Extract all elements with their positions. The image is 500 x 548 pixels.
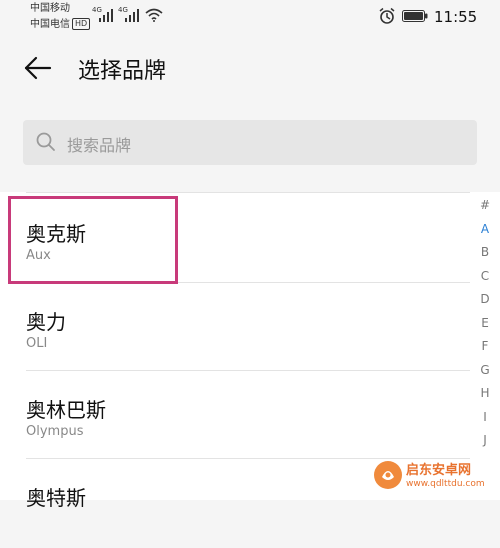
- page-title: 选择品牌: [78, 59, 167, 84]
- index-letter-h[interactable]: H: [476, 382, 494, 406]
- search-icon: [36, 132, 55, 151]
- brand-item-olympus[interactable]: 奥林巴斯 Olympus: [0, 372, 470, 460]
- carrier-2-label: 中国电信 HD: [30, 18, 91, 31]
- brand-name-en: Aux: [26, 248, 51, 263]
- index-letter-i[interactable]: I: [476, 406, 494, 430]
- index-letter-b[interactable]: B: [476, 241, 494, 265]
- brand-name-zh: 奥特斯: [26, 486, 86, 510]
- brand-name-zh: 奥克斯: [26, 222, 86, 246]
- brand-name-zh: 奥林巴斯: [26, 398, 106, 422]
- battery-icon: [402, 10, 428, 22]
- index-letter-hash[interactable]: #: [476, 194, 494, 218]
- index-letter-a[interactable]: A: [476, 218, 494, 242]
- brand-name-en: Olympus: [26, 424, 84, 439]
- list-divider: [26, 192, 470, 193]
- brand-name-en: OLI: [26, 336, 48, 351]
- back-arrow-icon[interactable]: [22, 52, 54, 84]
- wifi-icon: [145, 8, 163, 22]
- watermark: 启东安卓网 www.qdlttdu.com: [370, 455, 500, 500]
- alarm-clock-icon: [379, 7, 395, 24]
- watermark-title: 启东安卓网: [406, 463, 472, 478]
- search-input[interactable]: 搜索品牌: [23, 120, 477, 165]
- watermark-url: www.qdlttdu.com: [406, 479, 485, 489]
- index-letter-d[interactable]: D: [476, 288, 494, 312]
- status-time: 11:55: [434, 8, 478, 26]
- index-letter-f[interactable]: F: [476, 335, 494, 359]
- brand-list: 奥克斯 Aux 奥力 OLI 奥林巴斯 Olympus 奥特斯: [0, 192, 500, 510]
- search-area: 搜索品牌: [0, 100, 500, 192]
- list-divider: [26, 282, 470, 283]
- status-bar: 中国移动 中国电信 HD 4G 4G 11:55: [0, 0, 500, 36]
- brand-name-zh: 奥力: [26, 310, 66, 334]
- search-placeholder: 搜索品牌: [67, 136, 132, 155]
- index-letter-c[interactable]: C: [476, 265, 494, 289]
- index-letter-e[interactable]: E: [476, 312, 494, 336]
- index-letter-j[interactable]: J: [476, 429, 494, 453]
- watermark-logo-icon: [374, 461, 402, 489]
- app-header: 选择品牌: [0, 36, 500, 100]
- index-letter-g[interactable]: G: [476, 359, 494, 383]
- signal-strength-icon: [125, 9, 139, 22]
- carrier-2-text: 中国电信: [30, 19, 70, 30]
- brand-item-oli[interactable]: 奥力 OLI: [0, 284, 470, 372]
- carrier-1-label: 中国移动: [30, 3, 70, 14]
- list-divider: [26, 370, 470, 371]
- hd-badge: HD: [72, 18, 91, 30]
- brand-item-aux[interactable]: 奥克斯 Aux: [0, 196, 470, 284]
- signal-strength-icon: [99, 9, 113, 22]
